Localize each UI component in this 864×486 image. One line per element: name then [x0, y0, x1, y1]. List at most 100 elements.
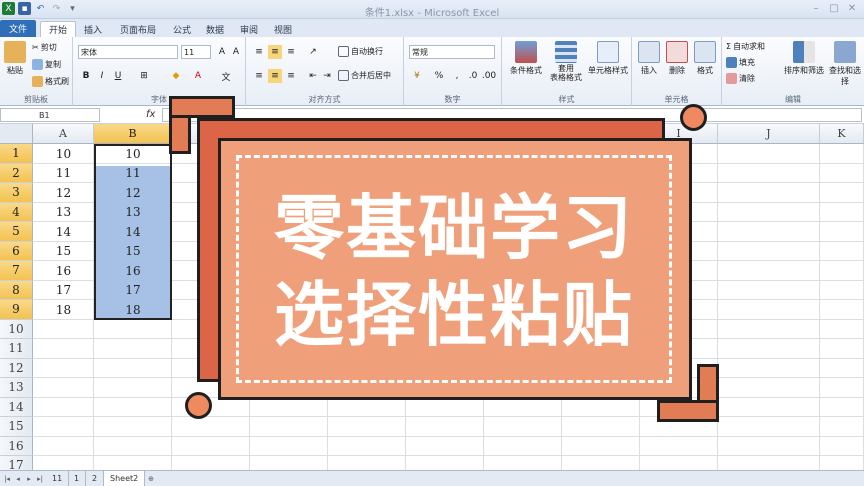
cell-a3[interactable]: 12	[33, 183, 94, 203]
row-header[interactable]: 3	[0, 183, 33, 203]
insert-cells-button[interactable]: 插入	[636, 41, 662, 76]
cell-a1[interactable]: 10	[33, 144, 94, 164]
format-as-table-button[interactable]: 套用 表格格式	[546, 41, 586, 83]
fill-color-icon[interactable]: ◆	[169, 69, 183, 83]
tab-data[interactable]: 数据	[198, 21, 232, 37]
row-header[interactable]: 12	[0, 358, 33, 378]
prev-sheet-icon[interactable]: ◂	[13, 474, 23, 484]
column-header-j[interactable]: J	[718, 124, 820, 144]
align-bottom-icon[interactable]: ≡	[284, 45, 298, 59]
cell-a8[interactable]: 17	[33, 281, 94, 301]
wrap-text-button[interactable]: 自动换行	[338, 46, 383, 57]
cell-a5[interactable]: 14	[33, 222, 94, 242]
conditional-format-button[interactable]: 条件格式	[508, 41, 544, 76]
copy-button[interactable]: 复制	[32, 59, 61, 70]
tab-page-layout[interactable]: 页面布局	[112, 21, 164, 37]
cell-b9[interactable]: 18	[94, 300, 172, 320]
align-right-icon[interactable]: ≡	[284, 69, 298, 83]
italic-button[interactable]: I	[95, 69, 109, 83]
comma-button[interactable]: ,	[450, 69, 464, 83]
tab-review[interactable]: 审阅	[232, 21, 266, 37]
borders-icon[interactable]: ⊞	[137, 69, 151, 83]
increase-indent-icon[interactable]: ⇥	[320, 69, 334, 83]
row-header[interactable]: 13	[0, 378, 33, 398]
increase-decimal-icon[interactable]: .0	[466, 69, 480, 83]
fill-button[interactable]: 填充	[726, 57, 755, 68]
sort-filter-button[interactable]: 排序和筛选	[784, 41, 824, 76]
sheet-tab[interactable]: 11	[46, 471, 70, 486]
row-header[interactable]: 4	[0, 202, 33, 222]
orientation-icon[interactable]: ↗	[306, 45, 320, 59]
paste-button[interactable]: 粘贴	[4, 41, 26, 76]
name-box[interactable]: B1	[0, 108, 100, 122]
insert-function-button[interactable]: fx	[146, 109, 155, 120]
format-painter-button[interactable]: 格式刷	[32, 76, 69, 87]
tab-view[interactable]: 视图	[266, 21, 300, 37]
find-select-button[interactable]: 查找和选择	[826, 41, 864, 87]
cell-b3[interactable]: 12	[94, 183, 172, 203]
row-header[interactable]: 6	[0, 241, 33, 261]
row-header[interactable]: 7	[0, 261, 33, 281]
cell-b7[interactable]: 16	[94, 261, 172, 281]
format-cells-button[interactable]: 格式	[692, 41, 718, 76]
decrease-indent-icon[interactable]: ⇤	[306, 69, 320, 83]
cell-a2[interactable]: 11	[33, 164, 94, 184]
column-header-a[interactable]: A	[33, 124, 94, 144]
clear-button[interactable]: 清除	[726, 73, 755, 84]
row-header[interactable]: 2	[0, 163, 33, 183]
bold-button[interactable]: B	[79, 69, 93, 83]
sheet-tab[interactable]: 1	[68, 471, 87, 486]
align-top-icon[interactable]: ≡	[252, 45, 266, 59]
column-header-k[interactable]: K	[820, 124, 864, 144]
delete-cells-button[interactable]: 删除	[664, 41, 690, 76]
sheet-tab[interactable]: 2	[86, 471, 105, 486]
last-sheet-icon[interactable]: ▸|	[35, 474, 45, 484]
currency-icon[interactable]: ¥	[410, 69, 424, 83]
first-sheet-icon[interactable]: |◂	[2, 474, 12, 484]
align-middle-icon[interactable]: ≡	[268, 45, 282, 59]
align-left-icon[interactable]: ≡	[252, 69, 266, 83]
column-header-b[interactable]: B	[94, 124, 172, 144]
row-header[interactable]: 9	[0, 300, 33, 320]
select-all-corner[interactable]	[0, 124, 33, 144]
cell-b4[interactable]: 13	[94, 203, 172, 223]
cell-a6[interactable]: 15	[33, 242, 94, 262]
cell-a7[interactable]: 16	[33, 261, 94, 281]
row-header[interactable]: 14	[0, 397, 33, 417]
font-color-icon[interactable]: A	[191, 69, 205, 83]
cell-b5[interactable]: 14	[94, 222, 172, 242]
font-name-select[interactable]: 宋体	[78, 45, 178, 59]
merge-center-button[interactable]: 合并后居中	[338, 70, 391, 81]
row-header[interactable]: 17	[0, 456, 33, 470]
cell-a9[interactable]: 18	[33, 300, 94, 320]
percent-button[interactable]: %	[432, 69, 446, 83]
close-icon[interactable]: ✕	[844, 2, 860, 15]
shrink-font-icon[interactable]: A	[229, 45, 243, 59]
cell-b6[interactable]: 15	[94, 242, 172, 262]
cell-a4[interactable]: 13	[33, 203, 94, 223]
row-header[interactable]: 10	[0, 319, 33, 339]
font-size-select[interactable]: 11	[181, 45, 211, 59]
tab-home[interactable]: 开始	[40, 21, 77, 37]
next-sheet-icon[interactable]: ▸	[24, 474, 34, 484]
row-header[interactable]: 1	[0, 144, 33, 164]
grow-font-icon[interactable]: A	[215, 45, 229, 59]
cell-b8[interactable]: 17	[94, 281, 172, 301]
minimize-icon[interactable]: –	[808, 2, 824, 15]
tab-file[interactable]: 文件	[0, 20, 36, 37]
maximize-icon[interactable]: □	[826, 2, 842, 15]
phonetic-icon[interactable]: 文	[219, 69, 233, 83]
underline-button[interactable]: U	[111, 69, 125, 83]
row-header[interactable]: 5	[0, 222, 33, 242]
decrease-decimal-icon[interactable]: .00	[482, 69, 496, 83]
cell-b2[interactable]: 11	[94, 164, 172, 184]
cut-button[interactable]: ✂ 剪切	[32, 42, 57, 53]
autosum-button[interactable]: Σ 自动求和	[726, 41, 765, 52]
row-header[interactable]: 11	[0, 339, 33, 359]
number-format-select[interactable]: 常规	[409, 45, 495, 59]
row-header[interactable]: 15	[0, 417, 33, 437]
row-header[interactable]: 16	[0, 436, 33, 456]
row-header[interactable]: 8	[0, 280, 33, 300]
tab-formulas[interactable]: 公式	[165, 21, 199, 37]
cell-b1[interactable]: 10	[94, 144, 172, 164]
